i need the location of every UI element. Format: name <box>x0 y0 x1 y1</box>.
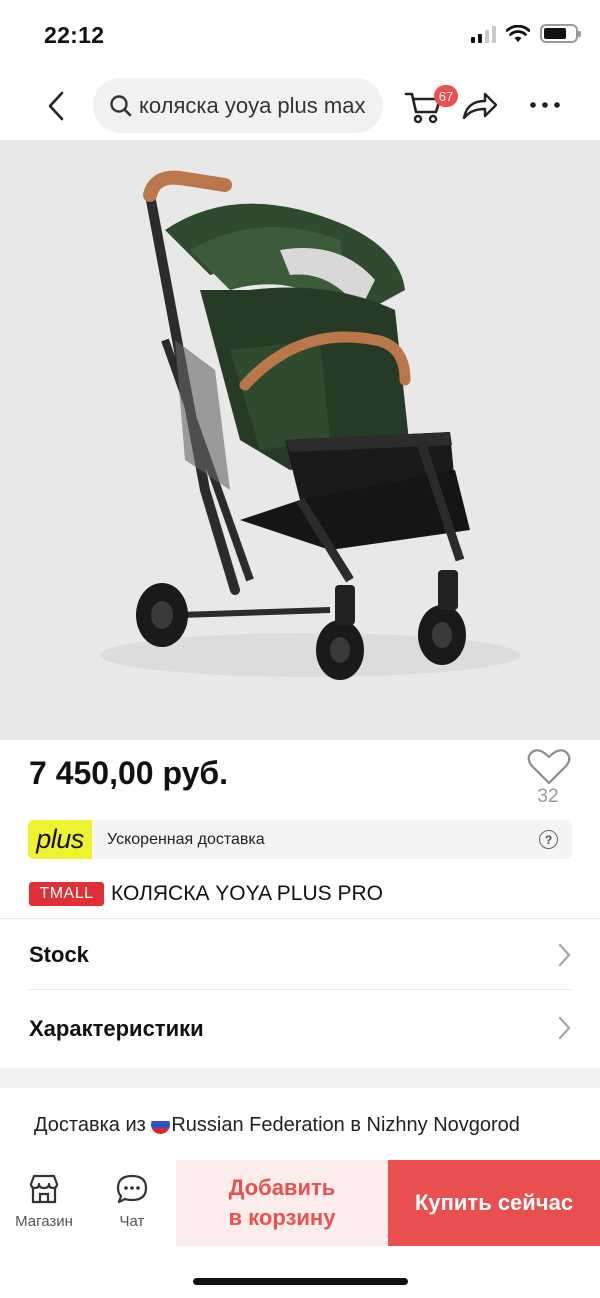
plus-logo: plus <box>28 820 92 859</box>
chat-button[interactable]: Чат <box>100 1172 164 1230</box>
signal-icon <box>471 25 496 43</box>
share-icon <box>462 92 498 120</box>
stroller-illustration <box>100 170 520 680</box>
product-title: КОЛЯСКА YOYA PLUS PRO <box>111 882 383 905</box>
delivery-text: Russian Federation в Nizhny Novgorod <box>171 1114 520 1136</box>
help-icon[interactable]: ? <box>539 830 558 849</box>
section-gap <box>0 1068 600 1088</box>
status-time: 22:12 <box>44 22 105 48</box>
home-indicator <box>193 1278 408 1285</box>
stock-label: Stock <box>29 942 89 967</box>
more-button[interactable] <box>527 90 563 120</box>
more-icon <box>530 102 560 108</box>
divider <box>0 918 600 919</box>
favorites-count: 32 <box>537 786 559 807</box>
chat-icon <box>116 1174 148 1204</box>
cart-badge: 67 <box>434 85 458 107</box>
stock-row[interactable]: Stock <box>0 920 600 990</box>
add-to-cart-line1: Добавить <box>228 1175 336 1200</box>
favorite-button[interactable] <box>526 747 572 787</box>
divider <box>28 989 572 990</box>
back-button[interactable] <box>36 86 76 126</box>
search-input[interactable]: коляска yoya plus max <box>93 78 383 133</box>
battery-icon <box>540 24 581 43</box>
add-to-cart-line2: в корзину <box>228 1205 336 1230</box>
back-icon <box>48 91 64 121</box>
delivery-prefix: Доставка из <box>34 1114 152 1136</box>
plus-delivery-text: Ускоренная доставка <box>107 831 265 848</box>
search-icon <box>110 94 132 116</box>
shop-button[interactable]: Магазин <box>8 1172 80 1230</box>
tmall-badge: TMALL <box>29 882 104 906</box>
chevron-right-icon <box>558 943 571 967</box>
share-button[interactable] <box>460 86 500 126</box>
search-query: коляска yoya plus max <box>139 92 366 118</box>
shop-label: Магазин <box>15 1213 73 1230</box>
status-bar: 22:12 <box>0 0 600 72</box>
product-price: 7 450,00 руб. <box>29 755 229 791</box>
chat-label: Чат <box>119 1213 145 1230</box>
shop-icon <box>29 1174 59 1204</box>
nav-bar: коляска yoya plus max 67 <box>0 72 600 140</box>
chevron-right-icon <box>558 1016 571 1040</box>
specs-label: Характеристики <box>29 1016 204 1041</box>
russia-flag-icon <box>151 1115 171 1134</box>
add-to-cart-button[interactable]: Добавить в корзину <box>176 1160 388 1246</box>
status-icons <box>471 24 581 43</box>
delivery-info[interactable]: Доставка из Russian Federation в Nizhny … <box>34 1111 554 1140</box>
wifi-icon <box>506 24 530 42</box>
product-image[interactable] <box>0 140 600 740</box>
plus-delivery-bar[interactable]: plus Ускоренная доставка ? <box>28 820 572 859</box>
heart-icon <box>527 749 571 785</box>
buy-now-button[interactable]: Купить сейчас <box>388 1160 600 1246</box>
bottom-action-bar: Магазин Чат Добавить в корзину Купить се… <box>0 1160 600 1246</box>
specs-row[interactable]: Характеристики <box>0 994 600 1064</box>
